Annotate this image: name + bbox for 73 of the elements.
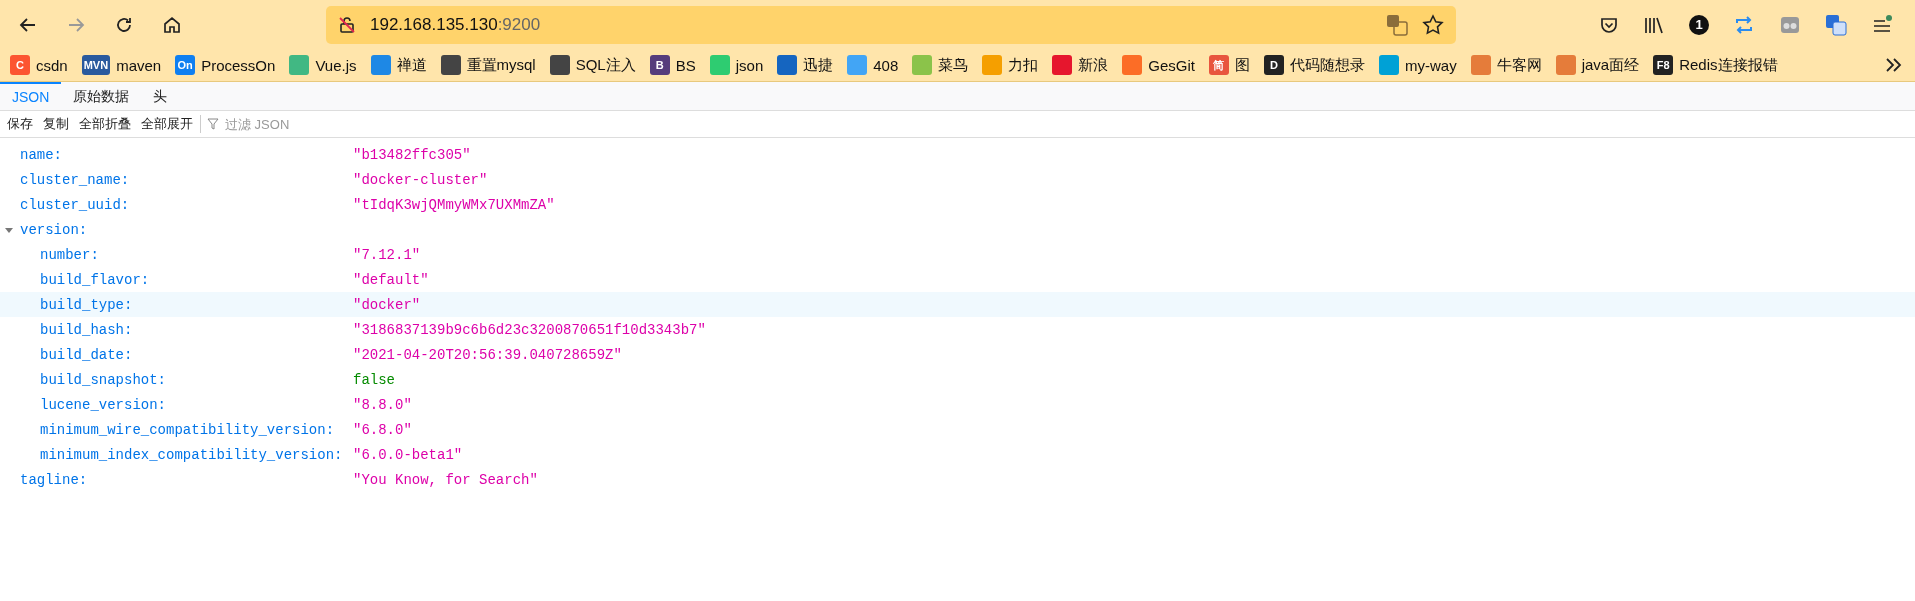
url-text: 192.168.135.130:9200 bbox=[370, 14, 541, 35]
toolbar-button[interactable]: 全部展开 bbox=[136, 115, 198, 133]
bookmark-item[interactable]: SQL注入 bbox=[549, 55, 636, 75]
json-key: minimum_wire_compatibility_version: bbox=[40, 421, 335, 438]
viewer-tab[interactable]: JSON bbox=[0, 82, 62, 110]
bookmark-item[interactable]: D 代码随想录 bbox=[1263, 55, 1365, 75]
bookmark-item[interactable]: 菜鸟 bbox=[912, 55, 969, 75]
bookmark-item[interactable]: On ProcessOn bbox=[175, 55, 276, 75]
filter-icon bbox=[207, 118, 219, 130]
sync-arrows-icon[interactable] bbox=[1733, 13, 1755, 36]
translate-icon[interactable] bbox=[1386, 13, 1408, 36]
bookmark-item[interactable]: MVN maven bbox=[81, 55, 162, 75]
json-key: cluster_uuid: bbox=[20, 196, 130, 213]
toolbar-button[interactable]: 保存 bbox=[2, 115, 38, 133]
bookmark-item[interactable]: 迅捷 bbox=[777, 55, 834, 75]
json-value: "2021-04-20T20:56:39.040728659Z" bbox=[353, 346, 622, 363]
bookmark-item[interactable]: json bbox=[709, 55, 764, 75]
bookmark-icon: F8 bbox=[1653, 55, 1674, 75]
insecure-lock-icon bbox=[338, 15, 356, 34]
json-key: tagline: bbox=[20, 471, 88, 488]
bookmark-item[interactable]: 简 图 bbox=[1208, 55, 1250, 75]
json-value: false bbox=[353, 371, 395, 388]
json-value: "docker-cluster" bbox=[353, 171, 488, 188]
json-key: cluster_name: bbox=[20, 171, 130, 188]
json-value: "8.8.0" bbox=[353, 396, 412, 413]
json-value: "6.0.0-beta1" bbox=[353, 446, 463, 463]
bookmark-icon: 简 bbox=[1208, 55, 1229, 75]
bookmark-icon: MVN bbox=[81, 55, 111, 75]
json-key: build_hash: bbox=[40, 321, 133, 338]
translate-icon[interactable] bbox=[1825, 13, 1847, 36]
bookmark-icon: D bbox=[1263, 55, 1284, 75]
bookmark-item[interactable]: B BS bbox=[649, 55, 696, 75]
json-key: build_flavor: bbox=[40, 271, 150, 288]
bookmark-item[interactable]: Vue.js bbox=[289, 55, 357, 75]
json-value: "tIdqK3wjQMmyWMx7UXMmZA" bbox=[353, 196, 555, 213]
bookmark-item[interactable]: 禅道 bbox=[370, 55, 427, 75]
json-value: "7.12.1" bbox=[353, 246, 421, 263]
json-key: lucene_version: bbox=[40, 396, 167, 413]
json-key: build_type: bbox=[40, 296, 133, 313]
json-value: "3186837139b9c6b6d23c3200870651f10d3343b7" bbox=[353, 321, 706, 338]
bookmark-item[interactable]: 牛客网 bbox=[1470, 55, 1542, 75]
json-value: "You Know, for Search" bbox=[353, 471, 538, 488]
json-key: number: bbox=[40, 246, 99, 263]
bookmark-star-icon[interactable] bbox=[1422, 13, 1444, 36]
viewer-tab[interactable]: 头 bbox=[141, 82, 180, 110]
bookmark-item[interactable]: GesGit bbox=[1122, 55, 1195, 75]
bookmark-item[interactable]: 力扣 bbox=[982, 55, 1039, 75]
viewer-tab[interactable]: 原始数据 bbox=[61, 82, 142, 110]
bookmark-item[interactable]: C csdn bbox=[10, 55, 68, 75]
bookmark-icon: C bbox=[10, 55, 30, 75]
json-key: build_snapshot: bbox=[40, 371, 167, 388]
bookmark-item[interactable]: 新浪 bbox=[1052, 55, 1109, 75]
bookmark-item[interactable]: 重置mysql bbox=[440, 55, 536, 75]
toolbar-button[interactable]: 全部折叠 bbox=[74, 115, 136, 133]
bookmark-item[interactable]: F8 Redis连接报错 bbox=[1653, 55, 1778, 75]
home-icon bbox=[162, 14, 182, 35]
json-value: "default" bbox=[353, 271, 429, 288]
bookmark-item[interactable]: 408 bbox=[847, 55, 899, 75]
json-value: "docker" bbox=[353, 296, 421, 313]
address-bar[interactable]: 192.168.135.130:9200 bbox=[326, 5, 1456, 44]
filter-field[interactable]: 过滤 JSON bbox=[223, 115, 427, 133]
extension-badge[interactable]: 1 bbox=[1689, 14, 1709, 35]
bookmark-icon: B bbox=[649, 55, 670, 75]
json-key: minimum_index_compatibility_version: bbox=[40, 446, 343, 463]
json-key: version: bbox=[20, 221, 88, 238]
bookmark-item[interactable]: java面经 bbox=[1555, 55, 1640, 75]
json-value: "6.8.0" bbox=[353, 421, 412, 438]
json-key: name: bbox=[20, 146, 62, 163]
json-value: "b13482ffc305" bbox=[353, 146, 471, 163]
bookmark-item[interactable]: my-way bbox=[1378, 55, 1457, 75]
toolbar-button[interactable]: 复制 bbox=[38, 115, 74, 133]
json-key: build_date: bbox=[40, 346, 133, 363]
bookmark-icon: On bbox=[175, 55, 196, 75]
